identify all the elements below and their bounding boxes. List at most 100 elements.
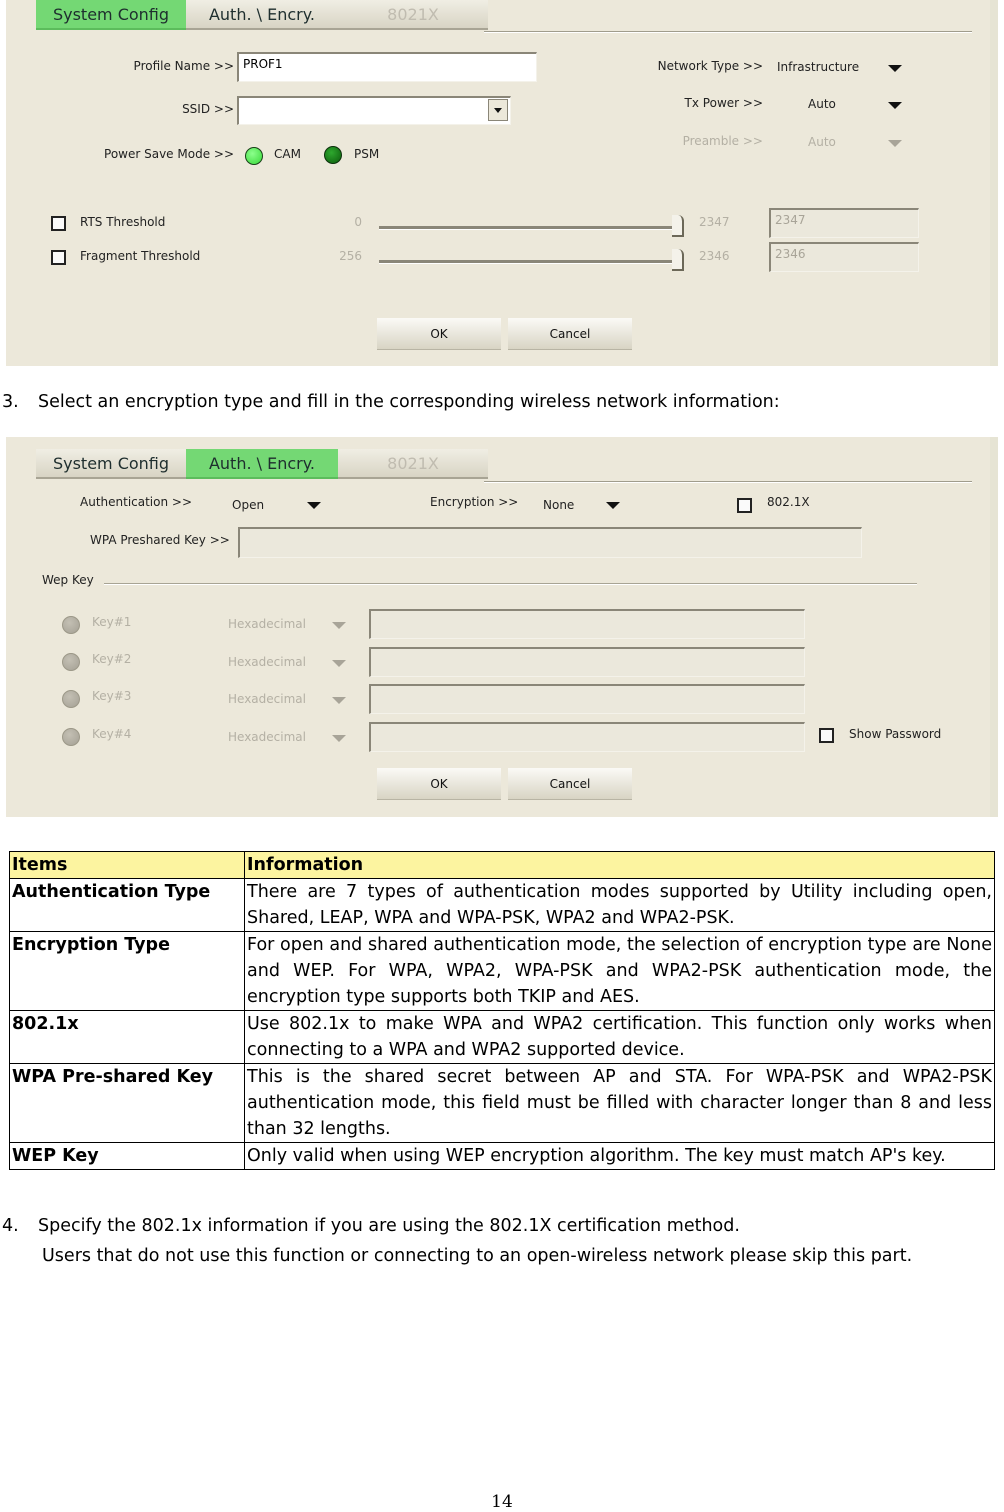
authentication-select[interactable]: Open xyxy=(232,498,264,512)
preamble-select[interactable]: Auto xyxy=(808,135,836,149)
dot1x-checkbox[interactable] xyxy=(737,498,752,513)
fragment-threshold-checkbox[interactable] xyxy=(51,250,66,265)
header-information: Information xyxy=(244,851,995,879)
tab-8021x[interactable]: 8021X xyxy=(338,449,488,479)
row-info: There are 7 types of authentication mode… xyxy=(244,878,995,932)
wpa-preshared-key-input[interactable] xyxy=(238,527,862,558)
tab-system-config[interactable]: System Config xyxy=(36,0,186,30)
key4-format-select[interactable]: Hexadecimal xyxy=(228,730,306,744)
row-item: WPA Pre-shared Key xyxy=(9,1063,245,1143)
rts-value-input[interactable]: 2347 xyxy=(769,208,919,238)
cam-label: CAM xyxy=(274,147,301,161)
encryption-dropdown-icon[interactable] xyxy=(606,502,620,509)
rts-max-value: 2347 xyxy=(699,215,730,229)
system-config-dialog: System Config Auth. \ Encry. 8021X Profi… xyxy=(6,0,998,366)
rts-min-value: 0 xyxy=(354,215,362,229)
table-row: WEP Key Only valid when using WEP encryp… xyxy=(9,1142,995,1170)
authentication-label: Authentication >> xyxy=(80,495,193,509)
tab-bar: System Config Auth. \ Encry. 8021X xyxy=(36,449,488,481)
key3-input[interactable] xyxy=(369,684,805,714)
tab-auth-encry[interactable]: Auth. \ Encry. xyxy=(186,0,338,30)
table-header-row: Items Information xyxy=(9,851,995,879)
tx-power-dropdown-icon[interactable] xyxy=(888,102,902,109)
row-info: This is the shared secret between AP and… xyxy=(244,1063,995,1143)
cam-radio[interactable] xyxy=(245,147,263,165)
panel-edge xyxy=(990,0,998,366)
auth-encry-dialog: System Config Auth. \ Encry. 8021X Authe… xyxy=(6,437,998,817)
header-items: Items xyxy=(9,851,245,879)
show-password-label: Show Password xyxy=(849,727,942,741)
ok-button[interactable]: OK xyxy=(377,318,501,350)
table-row: 802.1x Use 802.1x to make WPA and WPA2 c… xyxy=(9,1010,995,1064)
table-row: Encryption Type For open and shared auth… xyxy=(9,931,995,1011)
psm-radio[interactable] xyxy=(324,146,342,164)
wpa-preshared-key-label: WPA Preshared Key >> xyxy=(90,533,230,547)
key2-label: Key#2 xyxy=(92,652,132,666)
rts-threshold-checkbox[interactable] xyxy=(51,216,66,231)
ok-button[interactable]: OK xyxy=(377,768,501,800)
fragment-threshold-label: Fragment Threshold xyxy=(80,249,201,263)
network-type-dropdown-icon[interactable] xyxy=(888,65,902,72)
preamble-dropdown-icon[interactable] xyxy=(888,140,902,147)
authentication-dropdown-icon[interactable] xyxy=(307,502,321,509)
row-item: WEP Key xyxy=(9,1142,245,1170)
psm-label: PSM xyxy=(354,147,380,161)
preamble-label: Preamble >> xyxy=(682,134,763,148)
fragment-min-value: 256 xyxy=(339,249,362,263)
step-4-note: Users that do not use this function or c… xyxy=(42,1246,913,1266)
rts-slider-thumb[interactable] xyxy=(672,215,684,237)
cancel-button[interactable]: Cancel xyxy=(508,318,632,350)
fragment-value-input[interactable]: 2346 xyxy=(769,242,919,272)
rts-threshold-label: RTS Threshold xyxy=(80,215,166,229)
key4-input[interactable] xyxy=(369,722,805,752)
tab-auth-encry[interactable]: Auth. \ Encry. xyxy=(186,449,338,479)
key2-radio[interactable] xyxy=(62,653,80,671)
tx-power-select[interactable]: Auto xyxy=(808,97,836,111)
encryption-label: Encryption >> xyxy=(430,495,519,509)
step-4-number: 4. xyxy=(2,1216,19,1236)
key2-format-select[interactable]: Hexadecimal xyxy=(228,655,306,669)
tx-power-label: Tx Power >> xyxy=(684,96,763,110)
table-row: WPA Pre-shared Key This is the shared se… xyxy=(9,1063,995,1143)
row-item: Authentication Type xyxy=(9,878,245,932)
key2-input[interactable] xyxy=(369,647,805,677)
power-save-mode-label: Power Save Mode >> xyxy=(104,147,234,161)
rts-slider-track[interactable] xyxy=(379,226,674,230)
key1-format-select[interactable]: Hexadecimal xyxy=(228,617,306,631)
ssid-dropdown-button[interactable] xyxy=(488,99,508,121)
key1-input[interactable] xyxy=(369,609,805,639)
row-info: Only valid when using WEP encryption alg… xyxy=(244,1142,995,1170)
key3-label: Key#3 xyxy=(92,689,132,703)
network-type-select[interactable]: Infrastructure xyxy=(777,60,859,74)
key1-format-dropdown-icon[interactable] xyxy=(332,622,346,629)
key1-label: Key#1 xyxy=(92,615,132,629)
fragment-slider-track[interactable] xyxy=(379,260,674,264)
step-3-text: Select an encryption type and fill in th… xyxy=(38,392,780,412)
fragment-max-value: 2346 xyxy=(699,249,730,263)
row-info: For open and shared authentication mode,… xyxy=(244,931,995,1011)
profile-name-label: Profile Name >> xyxy=(133,59,234,73)
row-item: Encryption Type xyxy=(9,931,245,1011)
encryption-select[interactable]: None xyxy=(543,498,574,512)
row-info: Use 802.1x to make WPA and WPA2 certific… xyxy=(244,1010,995,1064)
tab-system-config[interactable]: System Config xyxy=(36,449,186,479)
key3-format-select[interactable]: Hexadecimal xyxy=(228,692,306,706)
network-type-label: Network Type >> xyxy=(657,59,763,73)
fragment-slider-thumb[interactable] xyxy=(672,249,684,271)
ssid-label: SSID >> xyxy=(182,102,234,116)
row-item: 802.1x xyxy=(9,1010,245,1064)
cancel-button[interactable]: Cancel xyxy=(508,768,632,800)
show-password-checkbox[interactable] xyxy=(819,728,834,743)
step-4-text: Specify the 802.1x information if you ar… xyxy=(38,1216,740,1236)
dot1x-label: 802.1X xyxy=(767,495,810,509)
key4-format-dropdown-icon[interactable] xyxy=(332,735,346,742)
key4-radio[interactable] xyxy=(62,728,80,746)
table-row: Authentication Type There are 7 types of… xyxy=(9,878,995,932)
key2-format-dropdown-icon[interactable] xyxy=(332,660,346,667)
key3-radio[interactable] xyxy=(62,690,80,708)
profile-name-input[interactable]: PROF1 xyxy=(237,52,537,82)
key1-radio[interactable] xyxy=(62,616,80,634)
key3-format-dropdown-icon[interactable] xyxy=(332,697,346,704)
ssid-combobox[interactable] xyxy=(237,96,511,125)
tab-8021x[interactable]: 8021X xyxy=(338,0,488,30)
